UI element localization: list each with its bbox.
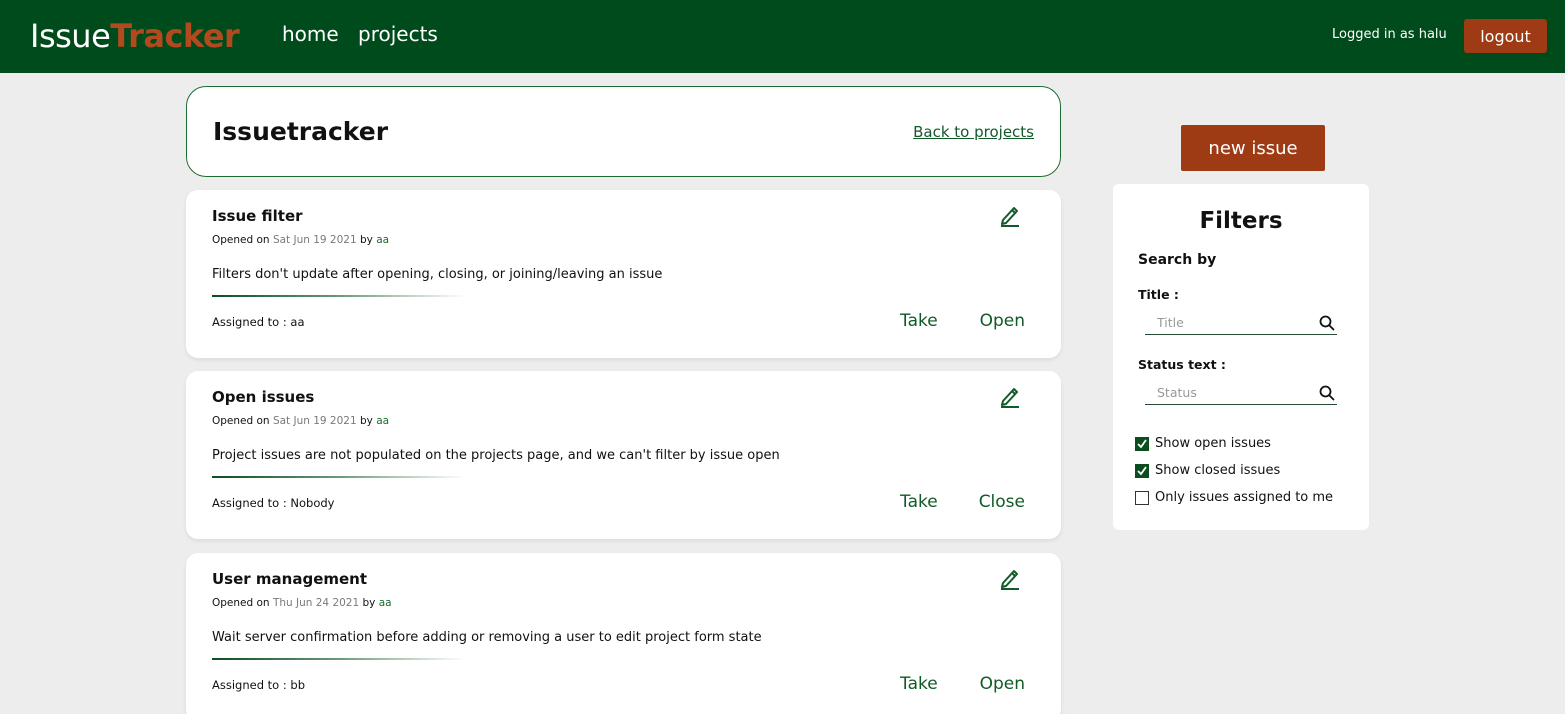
issue-author: aa [376,415,390,427]
search-by-heading: Search by [1138,252,1217,268]
issue-divider [212,658,466,660]
status-search-input[interactable] [1145,381,1315,403]
take-issue-button[interactable]: Take [900,674,938,694]
issue-description: Filters don't update after opening, clos… [212,267,663,282]
edit-icon[interactable] [999,203,1021,227]
issue-meta: Opened on Thu Jun 24 2021 by aa [212,597,392,609]
logout-button[interactable]: logout [1464,19,1547,53]
logged-in-status: Logged in as halu [1332,27,1447,42]
checkbox-label: Show open issues [1155,436,1271,451]
by-text: by [356,415,377,427]
issue-title: Issue filter [212,207,303,225]
page-title: Issuetracker [213,117,389,146]
issue-assigned: Assigned to : Nobody [212,496,335,510]
issue-divider [212,476,466,478]
checkbox-unchecked-icon[interactable] [1135,490,1149,505]
issue-date: Thu Jun 24 2021 [272,597,360,609]
filters-panel: Filters Search by Title : Status text : … [1113,184,1369,530]
new-issue-button[interactable]: new issue [1181,125,1325,171]
toggle-issue-button[interactable]: Open [980,311,1025,331]
issue-author: aa [376,234,390,246]
checkbox-checked-icon[interactable] [1135,463,1149,478]
opened-prefix: Opened on [212,597,273,609]
issue-description: Wait server confirmation before adding o… [212,630,762,645]
edit-icon[interactable] [999,384,1021,408]
take-issue-button[interactable]: Take [900,492,938,512]
search-icon[interactable] [1319,385,1335,401]
only-assigned-to-me-checkbox[interactable]: Only issues assigned to me [1135,490,1333,505]
edit-icon[interactable] [999,566,1021,590]
title-filter-field [1145,311,1337,335]
show-closed-issues-checkbox[interactable]: Show closed issues [1135,463,1280,478]
by-text: by [359,597,379,609]
issue-divider [212,295,466,297]
project-title-card: Issuetracker Back to projects [186,86,1061,177]
issue-card: Issue filter Opened on Sat Jun 19 2021 b… [186,190,1061,358]
issue-title: User management [212,570,368,588]
filters-title: Filters [1199,208,1283,234]
nav-projects-link[interactable]: projects [358,22,438,46]
issue-date: Sat Jun 19 2021 [272,234,357,246]
toggle-issue-button[interactable]: Close [979,492,1025,512]
issue-assigned: Assigned to : aa [212,315,305,329]
brand-part-1: Issue [30,17,111,55]
issue-assigned: Assigned to : bb [212,678,305,692]
issue-description: Project issues are not populated on the … [212,448,780,463]
status-filter-label: Status text : [1138,357,1226,372]
checkbox-label: Show closed issues [1155,463,1281,478]
issue-date: Sat Jun 19 2021 [272,415,357,427]
brand-part-2: Tracker [110,17,240,55]
opened-prefix: Opened on [212,234,273,246]
search-icon[interactable] [1319,315,1335,331]
title-search-input[interactable] [1145,311,1315,333]
nav-home-link[interactable]: home [282,22,339,46]
top-navbar: IssueTracker home projects Logged in as … [0,0,1565,73]
back-to-projects-link[interactable]: Back to projects [913,123,1034,141]
opened-prefix: Opened on [212,415,273,427]
take-issue-button[interactable]: Take [900,311,938,331]
checkbox-label: Only issues assigned to me [1155,490,1334,505]
by-text: by [356,234,377,246]
issue-card: Open issues Opened on Sat Jun 19 2021 by… [186,371,1061,539]
show-open-issues-checkbox[interactable]: Show open issues [1135,436,1271,451]
title-filter-label: Title : [1138,287,1179,302]
checkbox-checked-icon[interactable] [1135,436,1149,451]
issue-meta: Opened on Sat Jun 19 2021 by aa [212,415,389,427]
issue-card: User management Opened on Thu Jun 24 202… [186,553,1061,714]
issue-title: Open issues [212,388,315,406]
toggle-issue-button[interactable]: Open [980,674,1025,694]
app-logo[interactable]: IssueTracker [30,14,240,58]
issue-author: aa [378,597,392,609]
status-filter-field [1145,381,1337,405]
issue-meta: Opened on Sat Jun 19 2021 by aa [212,234,389,246]
